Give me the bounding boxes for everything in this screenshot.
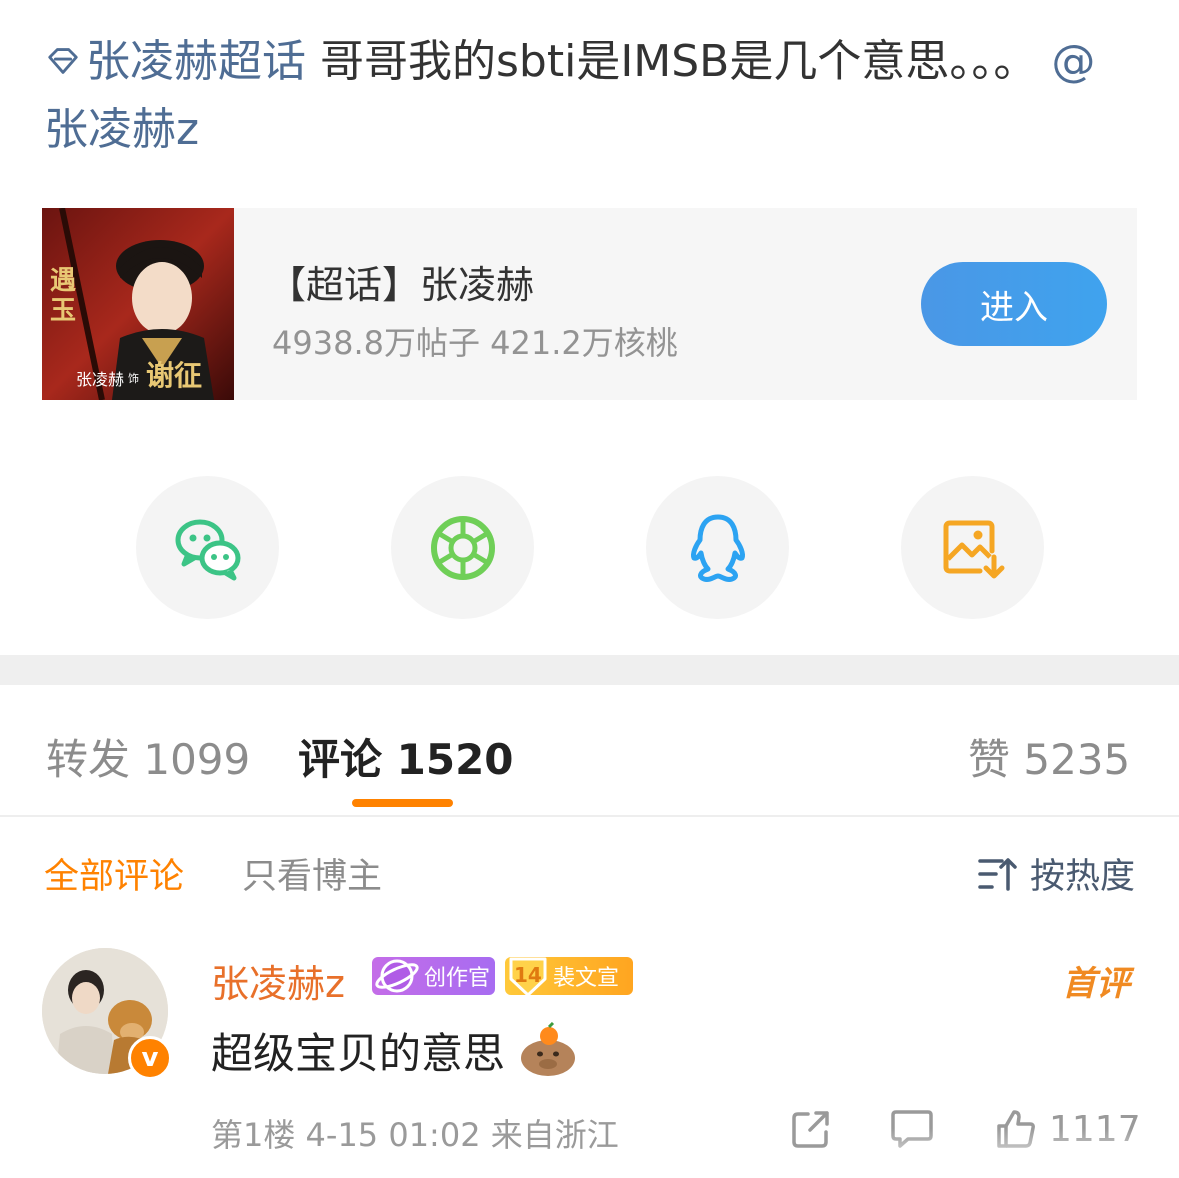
comment-text: 超级宝贝的意思 (211, 1020, 580, 1081)
section-separator (0, 655, 1179, 685)
super-topic-card[interactable]: 遇玉 张凌赫 饰 谢征 【超话】张凌赫 4938.8万帖子 421.2万核桃 进… (42, 208, 1137, 400)
creator-badge-label: 创作官 (424, 966, 491, 991)
moments-icon (430, 515, 495, 580)
share-comment-button[interactable] (790, 1108, 832, 1150)
super-topic-label[interactable]: 张凌赫超话 (86, 36, 306, 87)
tab-likes[interactable]: 赞 5235 (968, 726, 1130, 787)
sort-icon (978, 857, 1017, 891)
fan-level-badge[interactable]: 14 裴文宣 (505, 957, 633, 997)
share-icon (792, 1111, 829, 1148)
sort-label: 按热度 (1030, 857, 1136, 897)
active-tab-indicator (352, 799, 453, 807)
cover-text-title: 遇玉 (50, 266, 77, 326)
tab-divider (0, 815, 1179, 817)
post-body: 哥哥我的sbti是IMSB是几个意思。。。 (306, 36, 1038, 87)
first-comment-label: 首评 (1062, 964, 1130, 1004)
super-topic-link[interactable]: 张凌赫超话 (44, 36, 306, 87)
capybara-emoji-icon (521, 1021, 576, 1076)
tab-comments[interactable]: 评论 1520 (298, 726, 514, 787)
filter-all-comments[interactable]: 全部评论 (44, 848, 184, 899)
enter-topic-button[interactable]: 进入 (921, 262, 1107, 346)
comment-meta: 第1楼 4-15 01:02 来自浙江 (211, 1116, 619, 1154)
share-moments-button[interactable] (391, 476, 534, 619)
fan-badge-label: 裴文宣 (553, 966, 620, 991)
creator-badge-icon (375, 959, 419, 993)
save-image-icon (943, 520, 1004, 578)
sort-by-hot-button[interactable]: 按热度 (978, 848, 1135, 899)
commenter-name[interactable]: 张凌赫z (211, 953, 345, 1008)
topic-cover-image: 遇玉 张凌赫 饰 谢征 (42, 208, 234, 400)
creator-badge[interactable]: 创作官 (372, 957, 495, 995)
comment-body: 超级宝贝的意思 (211, 1029, 506, 1078)
verified-badge-icon: v (128, 1036, 172, 1080)
post-text: 张凌赫超话 哥哥我的sbti是IMSB是几个意思。。。 @张凌赫z (44, 28, 1134, 164)
share-qq-button[interactable] (646, 476, 789, 619)
filter-author-only[interactable]: 只看博主 (242, 848, 382, 899)
diamond-icon (48, 48, 78, 74)
tab-repost[interactable]: 转发 1099 (46, 726, 250, 787)
cover-text-actor: 张凌赫 (76, 370, 125, 389)
save-image-button[interactable] (901, 476, 1044, 619)
topic-card-title: 【超话】张凌赫 (268, 263, 535, 307)
share-wechat-button[interactable] (136, 476, 279, 619)
topic-card-stats: 4938.8万帖子 421.2万核桃 (272, 324, 678, 362)
fan-level-number: 14 (514, 963, 542, 987)
cover-text-role-prefix: 饰 (128, 372, 139, 385)
cover-text-role: 谢征 (146, 359, 203, 392)
wechat-icon (175, 519, 240, 580)
bottom-fade-overlay (850, 1128, 1179, 1178)
qq-icon (690, 514, 745, 582)
